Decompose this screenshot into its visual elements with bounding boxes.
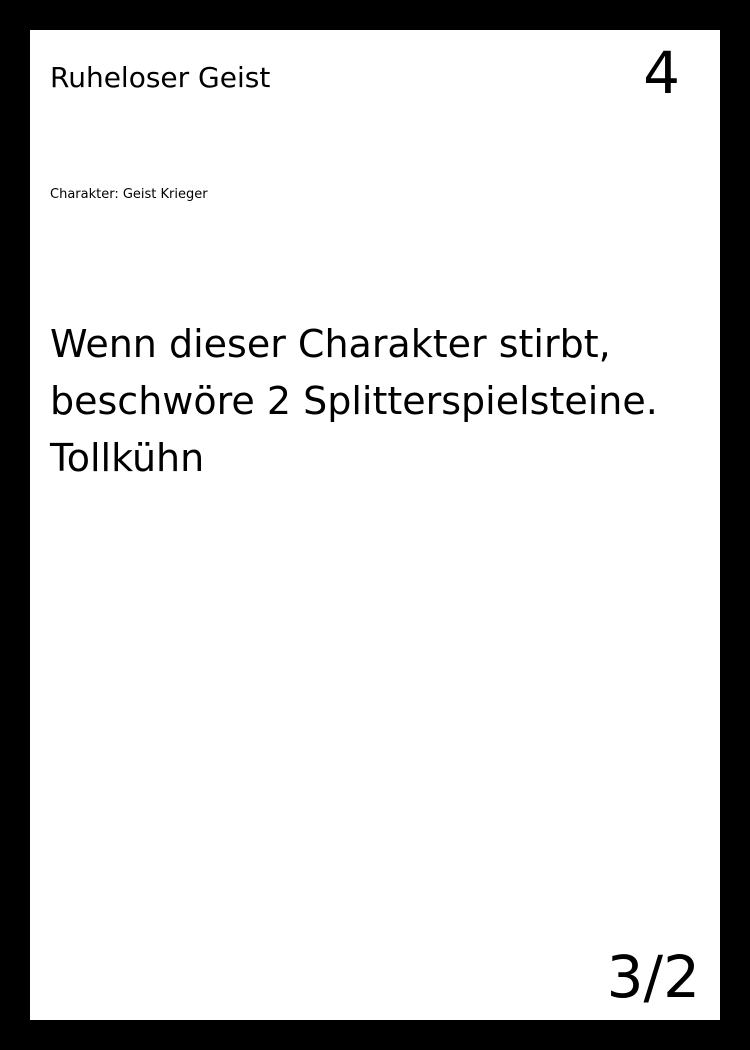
card: Ruheloser Geist 4 Charakter: Geist Krieg… <box>30 30 720 1020</box>
card-stats: 3/2 <box>606 943 700 1011</box>
card-keyword: Tollkühn <box>50 436 205 480</box>
card-name: Ruheloser Geist <box>50 61 271 94</box>
card-type-line: Charakter: Geist Krieger <box>50 187 208 202</box>
card-cost: 4 <box>643 39 680 107</box>
card-rules-text: Wenn dieser Charakter stirbt, beschwöre … <box>50 316 700 487</box>
card-text-line: beschwöre 2 Splitterspielsteine. <box>50 379 658 423</box>
card-text-line: Wenn dieser Charakter stirbt, <box>50 322 611 366</box>
